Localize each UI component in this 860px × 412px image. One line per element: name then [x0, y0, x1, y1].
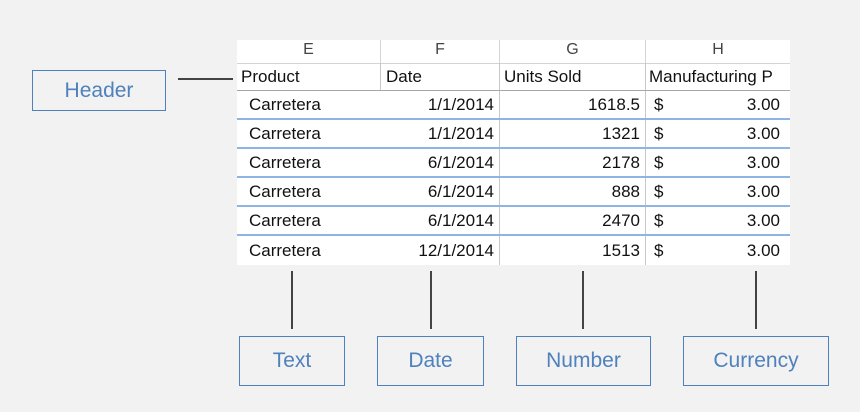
column-letter-h[interactable]: H	[646, 40, 790, 63]
currency-symbol: $	[654, 123, 664, 143]
product-cell[interactable]: Carretera	[237, 149, 381, 176]
units-cell[interactable]: 1618.5	[500, 91, 646, 118]
table-row: Carretera 6/1/2014 2178 $ 3.00	[237, 149, 790, 178]
column-letter-bar: E F G H	[237, 40, 790, 64]
price-value: 3.00	[746, 94, 780, 114]
product-cell[interactable]: Carretera	[237, 120, 381, 147]
text-connector-line	[291, 271, 293, 329]
product-cell[interactable]: Carretera	[237, 207, 381, 234]
price-cell[interactable]: $ 3.00	[646, 120, 790, 147]
header-connector-line	[178, 78, 233, 80]
units-cell[interactable]: 888	[500, 178, 646, 205]
currency-connector-line	[755, 271, 757, 329]
date-cell[interactable]: 1/1/2014	[381, 120, 500, 147]
price-value: 3.00	[746, 152, 780, 172]
table-row: Carretera 1/1/2014 1618.5 $ 3.00	[237, 91, 790, 120]
currency-symbol: $	[654, 152, 664, 172]
currency-symbol: $	[654, 181, 664, 201]
product-cell[interactable]: Carretera	[237, 236, 381, 265]
table-row: Carretera 12/1/2014 1513 $ 3.00	[237, 236, 790, 265]
header-cell-date[interactable]: Date	[381, 63, 500, 90]
units-cell[interactable]: 2470	[500, 207, 646, 234]
date-connector-line	[430, 271, 432, 329]
column-letter-f[interactable]: F	[381, 40, 500, 63]
text-callout-label: Text	[239, 336, 345, 386]
currency-callout-label: Currency	[683, 336, 829, 386]
currency-symbol: $	[654, 210, 664, 230]
date-cell[interactable]: 6/1/2014	[381, 207, 500, 234]
price-cell[interactable]: $ 3.00	[646, 207, 790, 234]
table-row: Carretera 1/1/2014 1321 $ 3.00	[237, 120, 790, 149]
date-cell[interactable]: 12/1/2014	[381, 236, 500, 265]
price-cell[interactable]: $ 3.00	[646, 91, 790, 118]
header-cell-product[interactable]: Product	[237, 63, 381, 90]
units-cell[interactable]: 1321	[500, 120, 646, 147]
header-cell-units-sold[interactable]: Units Sold	[500, 63, 646, 90]
price-cell[interactable]: $ 3.00	[646, 149, 790, 176]
number-callout-label: Number	[516, 336, 651, 386]
price-cell[interactable]: $ 3.00	[646, 178, 790, 205]
date-callout-label: Date	[377, 336, 484, 386]
date-cell[interactable]: 6/1/2014	[381, 178, 500, 205]
units-cell[interactable]: 1513	[500, 236, 646, 265]
column-letter-g[interactable]: G	[500, 40, 646, 63]
spreadsheet-excerpt: E F G H Product Date Units Sold Manufact…	[237, 40, 790, 265]
table-row: Carretera 6/1/2014 2470 $ 3.00	[237, 207, 790, 236]
currency-symbol: $	[654, 240, 664, 260]
price-value: 3.00	[746, 123, 780, 143]
date-cell[interactable]: 6/1/2014	[381, 149, 500, 176]
product-cell[interactable]: Carretera	[237, 178, 381, 205]
column-letter-e[interactable]: E	[237, 40, 381, 63]
header-cell-manufacturing-price[interactable]: Manufacturing P	[646, 63, 790, 90]
header-callout-label: Header	[32, 70, 166, 111]
product-cell[interactable]: Carretera	[237, 91, 381, 118]
header-row: Product Date Units Sold Manufacturing P	[237, 63, 790, 91]
table-row: Carretera 6/1/2014 888 $ 3.00	[237, 178, 790, 207]
price-cell[interactable]: $ 3.00	[646, 236, 790, 265]
price-value: 3.00	[746, 210, 780, 230]
price-value: 3.00	[746, 240, 780, 260]
number-connector-line	[582, 271, 584, 329]
currency-symbol: $	[654, 94, 664, 114]
date-cell[interactable]: 1/1/2014	[381, 91, 500, 118]
units-cell[interactable]: 2178	[500, 149, 646, 176]
price-value: 3.00	[746, 181, 780, 201]
